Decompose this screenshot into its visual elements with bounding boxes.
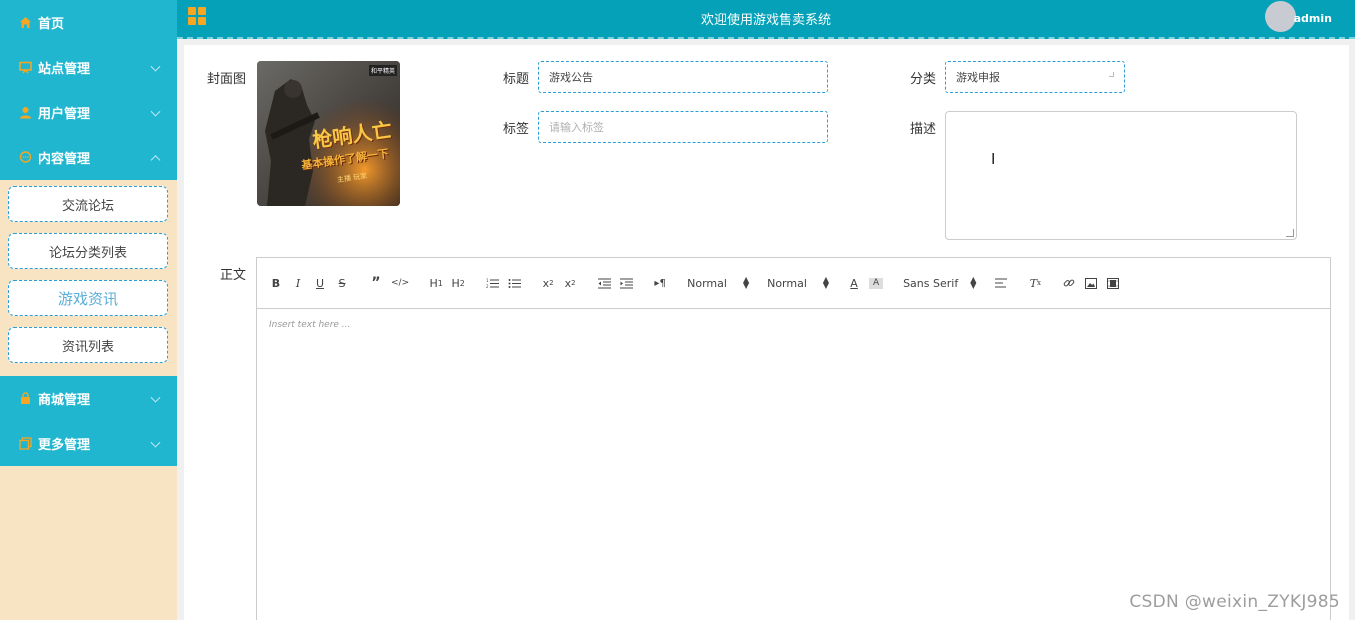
size-picker[interactable]: Normal ▲ ▼ xyxy=(767,275,830,290)
chevron-down-icon xyxy=(150,437,161,448)
sidebar-item-home[interactable]: 首页 xyxy=(0,0,177,45)
font-color-icon[interactable]: A xyxy=(847,274,861,292)
category-label: 分类 xyxy=(910,72,937,87)
background-color-icon[interactable]: A xyxy=(869,277,884,289)
page-title: 欢迎使用游戏售卖系统 xyxy=(700,13,831,28)
bold-icon[interactable]: B xyxy=(269,274,283,292)
chevron-down-icon xyxy=(150,61,161,72)
link-icon[interactable] xyxy=(1062,274,1076,292)
header-picker-label: Normal xyxy=(687,276,727,290)
submenu-item-forum-categories[interactable]: 论坛分类列表 xyxy=(8,233,168,269)
superscript-icon[interactable]: x2 xyxy=(563,274,577,292)
size-picker-label: Normal xyxy=(767,276,807,290)
avatar[interactable] xyxy=(1265,1,1296,32)
code-block-icon[interactable]: </> xyxy=(391,274,409,292)
clear-format-icon[interactable]: Tx xyxy=(1028,274,1042,292)
picker-arrows-icon: ▲ ▼ xyxy=(822,275,830,290)
text-direction-icon[interactable]: ▸¶ xyxy=(653,274,667,292)
title-label: 标题 xyxy=(503,72,530,87)
sidebar: 首页 站点管理 用户管理 内容管理 交流论坛 论坛分类列表 游戏资讯 资讯列表 … xyxy=(0,0,177,620)
picker-arrows-icon: ▲ ▼ xyxy=(970,275,977,290)
body-label: 正文 xyxy=(220,268,247,283)
subscript-icon[interactable]: x2 xyxy=(541,274,555,292)
sidebar-item-label: 站点管理 xyxy=(38,62,91,77)
sidebar-item-label: 更多管理 xyxy=(38,438,91,453)
sidebar-item-users[interactable]: 用户管理 xyxy=(0,90,177,135)
font-picker[interactable]: Sans Serif ▲ ▼ xyxy=(903,275,977,290)
bullet-list-icon[interactable] xyxy=(507,274,521,292)
sidebar-item-label: 商城管理 xyxy=(38,393,91,408)
underline-icon[interactable]: U xyxy=(313,274,327,292)
rich-text-editor: B I U S ” </> H1 H2 12 x2 x2 ▸¶ Normal ▲… xyxy=(256,257,1331,620)
desc-textarea[interactable]: I xyxy=(945,111,1297,240)
editor-placeholder: Insert text here ... xyxy=(269,320,351,330)
user-icon xyxy=(18,106,32,120)
form-panel: 封面图 枪响人亡 基本操作了解一下 主播 玩家 和平精英 标题 游戏公告 标签 … xyxy=(184,45,1349,620)
tag-input[interactable]: 请输入标签 xyxy=(538,111,828,143)
image-icon[interactable] xyxy=(1084,274,1098,292)
chevron-up-icon xyxy=(150,154,161,165)
cover-label: 封面图 xyxy=(207,72,247,87)
align-icon[interactable] xyxy=(994,274,1008,292)
watermark: CSDN @weixin_ZYKJ985 xyxy=(1129,592,1340,612)
copy-icon xyxy=(18,437,32,451)
indent-icon[interactable] xyxy=(619,274,633,292)
sidebar-item-more[interactable]: 更多管理 xyxy=(0,421,177,466)
heading1-icon[interactable]: H1 xyxy=(429,274,443,292)
submenu-item-news-list[interactable]: 资讯列表 xyxy=(8,327,168,363)
chevron-down-icon xyxy=(150,392,161,403)
home-icon xyxy=(18,16,32,30)
editor-toolbar: B I U S ” </> H1 H2 12 x2 x2 ▸¶ Normal ▲… xyxy=(257,258,1330,309)
submenu-item-game-news[interactable]: 游戏资讯 xyxy=(8,280,168,316)
header-picker[interactable]: Normal ▲ ▼ xyxy=(687,275,750,290)
outdent-icon[interactable] xyxy=(597,274,611,292)
text-cursor-icon: I xyxy=(991,150,996,168)
ordered-list-icon[interactable]: 12 xyxy=(485,274,499,292)
svg-text:1: 1 xyxy=(486,278,489,283)
sidebar-item-label: 用户管理 xyxy=(38,107,91,122)
top-header: 欢迎使用游戏售卖系统 admin xyxy=(177,0,1355,39)
tag-label: 标签 xyxy=(503,122,530,137)
blockquote-icon[interactable]: ” xyxy=(369,274,383,292)
select-arrow-icon xyxy=(1109,72,1114,77)
svg-text:2: 2 xyxy=(486,284,489,289)
picker-arrows-icon: ▲ ▼ xyxy=(742,275,750,290)
username[interactable]: admin xyxy=(1294,12,1332,25)
video-icon[interactable] xyxy=(1106,274,1120,292)
chevron-down-icon xyxy=(150,106,161,117)
monitor-icon xyxy=(18,61,32,75)
submenu-item-forum[interactable]: 交流论坛 xyxy=(8,186,168,222)
shopping-bag-icon xyxy=(18,392,32,406)
desc-label: 描述 xyxy=(910,122,937,137)
cover-image[interactable]: 枪响人亡 基本操作了解一下 主播 玩家 和平精英 xyxy=(257,61,400,206)
sidebar-item-label: 内容管理 xyxy=(38,152,91,167)
main-area: 封面图 枪响人亡 基本操作了解一下 主播 玩家 和平精英 标题 游戏公告 标签 … xyxy=(177,39,1355,620)
sidebar-item-mall[interactable]: 商城管理 xyxy=(0,376,177,421)
italic-icon[interactable]: I xyxy=(291,274,305,292)
title-input[interactable]: 游戏公告 xyxy=(538,61,828,93)
content-submenu: 交流论坛 论坛分类列表 游戏资讯 资讯列表 xyxy=(0,180,177,376)
sidebar-item-content[interactable]: 内容管理 xyxy=(0,135,177,180)
category-value: 游戏申报 xyxy=(956,71,1000,84)
font-picker-label: Sans Serif xyxy=(903,276,959,290)
editor-content-area[interactable]: Insert text here ... xyxy=(257,309,1330,341)
heading2-icon[interactable]: H2 xyxy=(451,274,465,292)
strikethrough-icon[interactable]: S xyxy=(335,274,349,292)
cover-corner-badge: 和平精英 xyxy=(368,65,397,76)
sidebar-item-site[interactable]: 站点管理 xyxy=(0,45,177,90)
chat-icon xyxy=(18,151,32,165)
category-select[interactable]: 游戏申报 xyxy=(945,61,1125,93)
sidebar-item-label: 首页 xyxy=(38,17,65,32)
resize-handle-icon[interactable] xyxy=(1286,229,1294,237)
